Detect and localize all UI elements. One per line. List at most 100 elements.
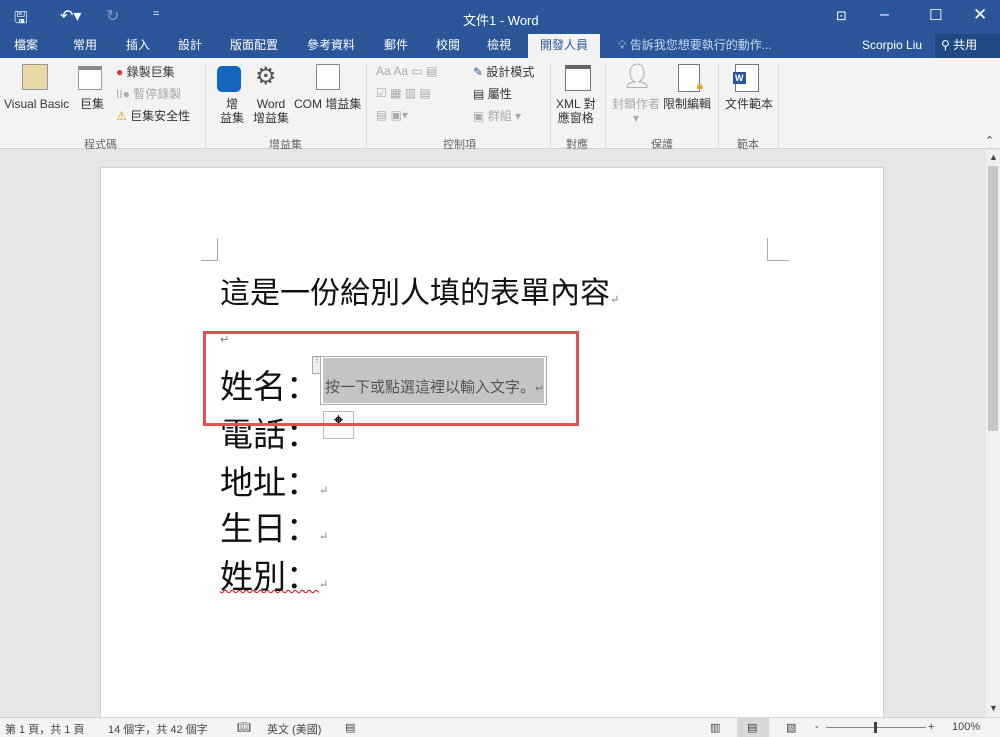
customize-qat-icon[interactable]: = <box>153 8 159 20</box>
window-title: 文件1 - Word <box>463 13 539 28</box>
field-gender: 姓別：↵ <box>220 557 329 596</box>
ribbon-tabs: 檔案 常用 插入 設計 版面配置 參考資料 郵件 校閱 檢視 開發人員 💡︎ 告… <box>0 34 1000 58</box>
divider <box>778 64 779 148</box>
share-button[interactable]: ⚲ 共用 <box>935 34 1000 58</box>
close-button[interactable]: ✕ <box>973 5 987 25</box>
paragraph-mark: ↵ <box>319 530 329 543</box>
warning-icon: ⚠ <box>116 109 127 123</box>
paragraph-mark: ↵ <box>319 578 329 591</box>
web-layout-icon[interactable]: ▧ <box>786 721 796 734</box>
group-label-addins: 增益集 <box>269 139 302 151</box>
person-icon: ⚲ <box>941 38 950 52</box>
undo-icon[interactable]: ↶▾ <box>60 6 81 26</box>
page-count[interactable]: 第 1 頁，共 1 頁 <box>5 721 84 737</box>
divider <box>718 64 719 148</box>
checkbox-control[interactable]: ☑ ▦ ▥ ▤ <box>376 86 431 100</box>
com-addins-button[interactable]: COM 增益集 <box>294 97 361 111</box>
paragraph-mark: ↵ <box>610 293 620 306</box>
document-page[interactable]: 這是一份給別人填的表單內容↵ ↵ 姓名： ⋮ 按一下或點選這裡以輸入文字。↵ 電… <box>100 167 884 727</box>
user-name[interactable]: Scorpio Liu <box>862 34 922 58</box>
visual-basic-button[interactable]: Visual Basic <box>4 97 69 111</box>
divider <box>550 64 551 148</box>
vertical-scrollbar[interactable]: ▲ ▼ <box>986 150 1000 717</box>
ribbon-display-icon[interactable]: ⊡ <box>836 8 847 24</box>
document-template-button[interactable]: 文件範本 <box>725 97 773 111</box>
zoom-in-button[interactable]: + <box>928 721 934 733</box>
com-addins-icon <box>316 64 340 90</box>
divider <box>366 64 367 148</box>
zoom-slider-thumb[interactable] <box>874 722 877 733</box>
xml-mapping-pane-button[interactable]: XML 對應窗格 <box>556 97 596 125</box>
design-mode-button[interactable]: ✎ 設計模式 <box>473 65 534 79</box>
paragraph-mark: ↵ <box>319 484 329 497</box>
read-mode-icon[interactable]: ▥ <box>710 721 720 734</box>
addins-store-icon <box>217 66 241 92</box>
group-icon: ▣ <box>473 109 485 123</box>
proofing-icon[interactable]: 📖︎ <box>237 721 251 734</box>
tab-references[interactable]: 參考資料 <box>307 34 355 58</box>
word-document-icon: W <box>733 64 759 92</box>
tab-layout[interactable]: 版面配置 <box>230 34 278 58</box>
visual-basic-icon <box>22 64 48 90</box>
word-count[interactable]: 14 個字，共 42 個字 <box>108 721 208 737</box>
tell-me-search[interactable]: 💡︎ 告訴我您想要執行的動作... <box>618 34 772 58</box>
minimize-button[interactable]: – <box>880 6 889 24</box>
group-button[interactable]: ▣ 群組 ▾ <box>473 109 521 123</box>
scroll-down-icon[interactable]: ▼ <box>989 703 998 713</box>
rich-text-control[interactable]: Aa Aa ▭ ▤ <box>376 64 437 78</box>
macro-security-button[interactable]: ⚠ 巨集安全性 <box>116 109 190 123</box>
group-label-templates: 範本 <box>737 139 759 151</box>
margin-corner-mark <box>201 238 218 261</box>
lightbulb-icon: 💡︎ <box>618 38 627 52</box>
field-address: 地址：↵ <box>220 463 329 502</box>
pause-icon: II● <box>116 87 130 101</box>
tab-review[interactable]: 校閱 <box>436 34 460 58</box>
document-heading: 這是一份給別人填的表單內容↵ <box>220 276 620 311</box>
status-bar: 第 1 頁，共 1 頁 14 個字，共 42 個字 📖︎ 英文 (美國) ▤ ▥… <box>0 717 1000 737</box>
lock-icon: 🔒︎ <box>696 78 703 92</box>
record-macro-button[interactable]: ● 錄製巨集 <box>116 65 175 79</box>
language-indicator[interactable]: 英文 (美國) <box>267 721 321 737</box>
pause-recording-button[interactable]: II● 暫停錄製 <box>116 87 181 101</box>
restrict-editing-button[interactable]: 限制編輯 <box>663 97 711 111</box>
xml-mapping-icon <box>565 65 591 91</box>
redo-icon[interactable]: ↻ <box>106 6 119 26</box>
tab-view[interactable]: 檢視 <box>487 34 511 58</box>
tab-design[interactable]: 設計 <box>178 34 202 58</box>
ribbon: Visual Basic 巨集 ● 錄製巨集 II● 暫停錄製 ⚠ 巨集安全性 … <box>0 58 1000 151</box>
print-layout-icon[interactable]: ▤ <box>737 718 769 737</box>
tab-home[interactable]: 常用 <box>73 34 97 58</box>
gear-icon: ⚙ <box>255 63 277 90</box>
legacy-tools-control[interactable]: ▤ ▣▾ <box>376 108 408 122</box>
zoom-level[interactable]: 100% <box>952 721 980 733</box>
scroll-thumb[interactable] <box>988 166 998 431</box>
save-icon[interactable]: 🖫 <box>14 7 28 34</box>
word-addins-button[interactable]: Word 增益集 <box>253 97 289 125</box>
zoom-out-button[interactable]: - <box>815 721 819 733</box>
restrict-editing-icon: 🔒︎ <box>678 64 703 92</box>
tab-mailings[interactable]: 郵件 <box>384 34 408 58</box>
properties-icon: ▤ <box>473 87 485 101</box>
addins-button[interactable]: 增益集 <box>220 97 244 125</box>
properties-button[interactable]: ▤ 屬性 <box>473 87 512 101</box>
group-label-controls: 控制項 <box>443 139 476 151</box>
divider <box>205 64 206 148</box>
tab-insert[interactable]: 插入 <box>126 34 150 58</box>
collapse-ribbon-icon[interactable]: ⌃ <box>985 134 994 147</box>
design-icon: ✎ <box>473 65 484 79</box>
tab-developer[interactable]: 開發人員 <box>528 34 601 58</box>
group-label-protect: 保護 <box>651 139 673 151</box>
macros-button[interactable]: 巨集 <box>80 97 104 111</box>
tab-file[interactable]: 檔案 <box>14 34 38 58</box>
title-bar: 🖫 ↶▾ ↻ = 文件1 - Word ⊡ – ☐ ✕ <box>0 0 1000 34</box>
group-label-code: 程式碼 <box>84 139 117 151</box>
maximize-button[interactable]: ☐ <box>929 6 942 24</box>
margin-corner-mark <box>767 238 789 261</box>
macros-icon <box>78 66 102 90</box>
macro-record-icon[interactable]: ▤ <box>345 721 355 734</box>
scroll-up-icon[interactable]: ▲ <box>989 152 998 162</box>
divider <box>605 64 606 148</box>
block-authors-icon: 👤︎ <box>622 63 653 90</box>
field-birthday: 生日：↵ <box>220 509 329 548</box>
block-authors-button[interactable]: 封鎖作者 ▾ <box>612 97 660 125</box>
